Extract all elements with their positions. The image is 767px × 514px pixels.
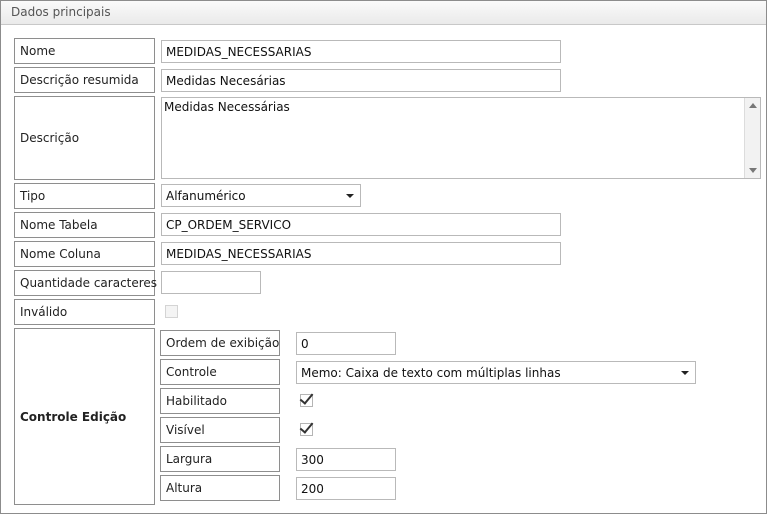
descricao-textarea[interactable]: Medidas Necessárias xyxy=(161,97,761,179)
section-header: Dados principais xyxy=(1,1,766,25)
descricao-text: Medidas Necessárias xyxy=(164,100,290,114)
tipo-label: Tipo xyxy=(14,183,155,209)
scroll-down-icon[interactable] xyxy=(749,168,757,173)
habilitado-checkbox[interactable] xyxy=(299,390,314,407)
quantidade-caracteres-label: Quantidade caracteres xyxy=(14,270,157,296)
nome-tabela-input[interactable]: CP_ORDEM_SERVICO xyxy=(161,213,561,236)
largura-label: Largura xyxy=(160,446,280,472)
controle-select[interactable]: Memo: Caixa de texto com múltiplas linha… xyxy=(296,361,696,384)
invalido-label: Inválido xyxy=(14,299,155,325)
visivel-label: Visível xyxy=(160,417,280,443)
descricao-scrollbar[interactable] xyxy=(744,98,760,178)
controle-select-value: Memo: Caixa de texto com múltiplas linha… xyxy=(301,365,561,380)
chevron-down-icon xyxy=(346,194,354,198)
quantidade-caracteres-input[interactable] xyxy=(161,271,261,294)
altura-input[interactable]: 200 xyxy=(296,477,396,500)
nome-input[interactable]: MEDIDAS_NECESSARIAS xyxy=(161,40,561,63)
chevron-down-icon xyxy=(681,371,689,375)
altura-label: Altura xyxy=(160,475,280,501)
nome-coluna-input[interactable]: MEDIDAS_NECESSARIAS xyxy=(161,242,561,265)
tipo-select[interactable]: Alfanumérico xyxy=(161,184,361,207)
nome-tabela-label: Nome Tabela xyxy=(14,212,155,238)
visivel-checkbox[interactable] xyxy=(299,419,314,436)
checkmark-icon xyxy=(299,419,314,434)
descricao-resumida-label: Descrição resumida xyxy=(14,67,155,93)
descricao-resumida-input[interactable]: Medidas Necesárias xyxy=(161,69,561,92)
controle-edicao-label: Controle Edição xyxy=(14,328,155,505)
main-panel: Dados principais Nome MEDIDAS_NECESSARIA… xyxy=(0,0,767,514)
controle-label: Controle xyxy=(160,359,280,385)
ordem-exibicao-input[interactable]: 0 xyxy=(296,332,396,355)
descricao-label: Descrição xyxy=(14,96,155,180)
checkmark-icon xyxy=(299,390,314,405)
nome-coluna-label: Nome Coluna xyxy=(14,241,155,267)
scroll-up-icon[interactable] xyxy=(749,103,757,108)
section-title: Dados principais xyxy=(11,5,111,19)
invalido-checkbox[interactable] xyxy=(165,305,178,318)
nome-label: Nome xyxy=(14,38,155,64)
largura-input[interactable]: 300 xyxy=(296,448,396,471)
tipo-select-value: Alfanumérico xyxy=(166,188,246,203)
habilitado-label: Habilitado xyxy=(160,388,280,414)
ordem-exibicao-label: Ordem de exibição xyxy=(160,330,280,356)
